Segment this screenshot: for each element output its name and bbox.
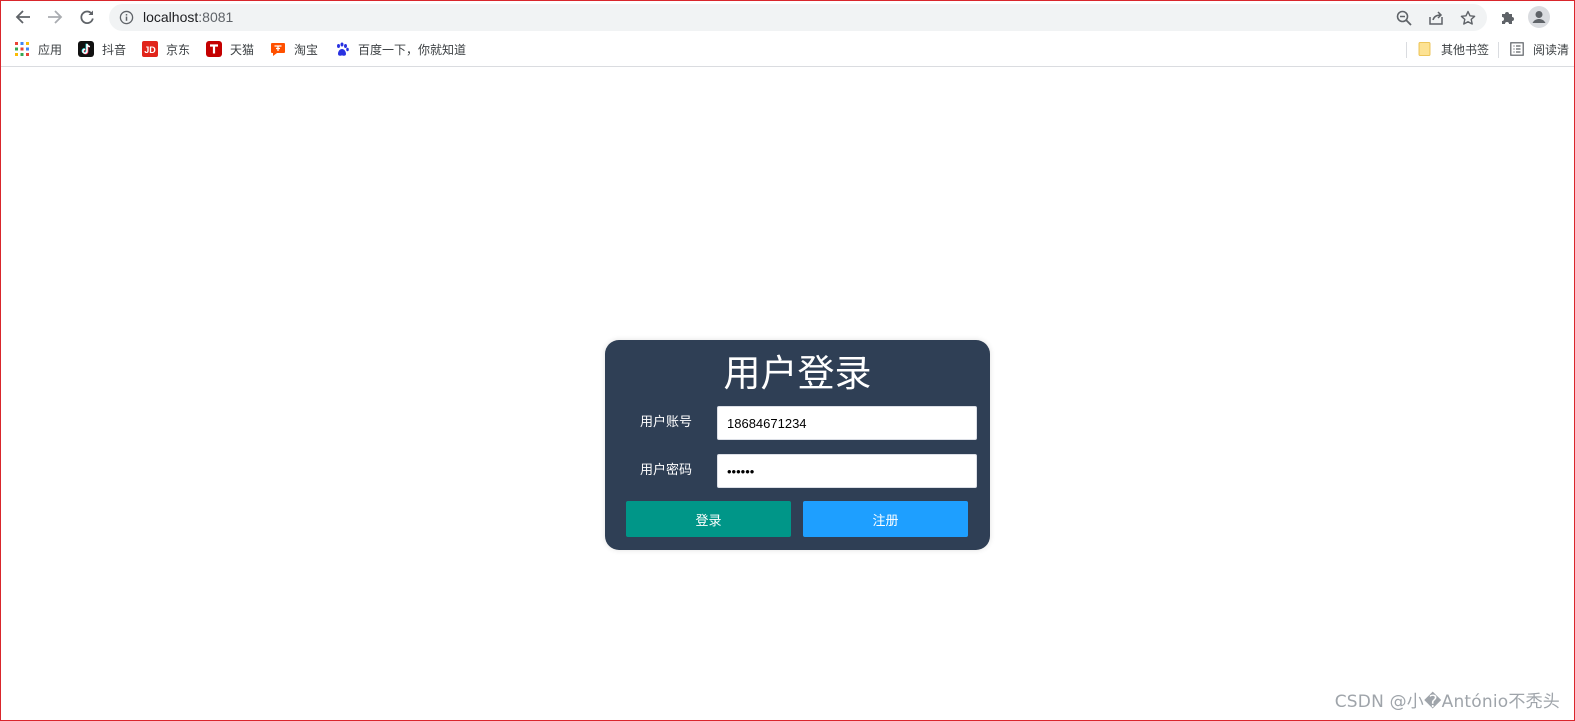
zoom-button[interactable] [1394, 8, 1414, 28]
puzzle-icon [1502, 12, 1514, 24]
password-input[interactable] [717, 454, 977, 488]
browser-window: localhost:8081 应用 抖音 JD 京东 天猫 淘宝 百度一下，你就… [0, 0, 1575, 721]
arrow-left-icon [15, 10, 30, 24]
bookmark-tmall[interactable]: 天猫 [206, 40, 254, 58]
svg-text:JD: JD [144, 45, 156, 55]
reload-icon [80, 10, 94, 24]
star-icon [1460, 10, 1476, 25]
douyin-icon [78, 41, 94, 57]
reading-list-icon [1509, 41, 1525, 57]
password-label: 用户密码 [640, 463, 693, 478]
bookmark-baidu[interactable]: 百度一下，你就知道 [334, 40, 466, 58]
tmall-icon [206, 41, 222, 57]
taobao-icon [270, 41, 286, 57]
extensions-button[interactable] [1497, 6, 1519, 28]
bookmark-douyin[interactable]: 抖音 [78, 40, 126, 58]
profile-button[interactable] [1528, 6, 1550, 28]
url-port: :8081 [198, 9, 234, 25]
bookmark-label: 百度一下，你就知道 [358, 42, 467, 57]
account-label: 用户账号 [640, 415, 693, 430]
bookmark-taobao[interactable]: 淘宝 [270, 40, 318, 58]
folder-icon [1417, 41, 1433, 57]
browser-toolbar: localhost:8081 [1, 1, 1574, 34]
bookmark-label: 其他书签 [1441, 42, 1490, 57]
bookmark-label: 淘宝 [294, 42, 319, 57]
login-card: 用户登录 用户账号 用户密码 登录 注册 [605, 340, 990, 550]
bookmark-jd[interactable]: JD 京东 [142, 40, 190, 58]
bookmarks-divider [1406, 42, 1407, 58]
bookmark-label: 阅读清 [1533, 42, 1570, 57]
account-input[interactable] [717, 406, 977, 440]
bookmark-other-folder[interactable]: 其他书签 [1417, 40, 1489, 58]
bookmark-label: 京东 [166, 42, 191, 57]
share-button[interactable] [1426, 8, 1446, 28]
register-button[interactable]: 注册 [803, 501, 968, 537]
apps-grid-icon [14, 41, 30, 57]
url-text[interactable]: localhost:8081 [143, 9, 233, 26]
baidu-paw-icon [334, 41, 350, 57]
bookmark-label: 天猫 [230, 42, 255, 57]
bookmark-star-button[interactable] [1458, 8, 1478, 28]
bookmark-apps[interactable]: 应用 [14, 40, 62, 58]
info-icon[interactable] [119, 10, 134, 25]
jd-icon: JD [142, 41, 158, 57]
login-title: 用户登录 [723, 352, 872, 395]
bookmarks-divider [1498, 42, 1499, 58]
bookmark-label: 抖音 [102, 42, 127, 57]
arrow-right-icon [48, 10, 63, 24]
address-bar[interactable]: localhost:8081 [109, 4, 1487, 31]
url-host: localhost [143, 9, 199, 25]
reading-list[interactable]: 阅读清 [1509, 40, 1569, 58]
bookmark-label: 应用 [38, 42, 63, 57]
bookmarks-bar: 应用 抖音 JD 京东 天猫 淘宝 百度一下，你就知道 其他书签 阅读清 [1, 34, 1574, 67]
share-icon [1429, 11, 1443, 25]
forward-button[interactable] [42, 4, 68, 30]
zoom-out-icon [1396, 10, 1412, 26]
csdn-watermark: CSDN @小�António不秃头 [1334, 692, 1560, 712]
profile-icon [1528, 6, 1550, 28]
reload-button[interactable] [74, 4, 100, 30]
login-button[interactable]: 登录 [626, 501, 791, 537]
back-button[interactable] [10, 4, 36, 30]
